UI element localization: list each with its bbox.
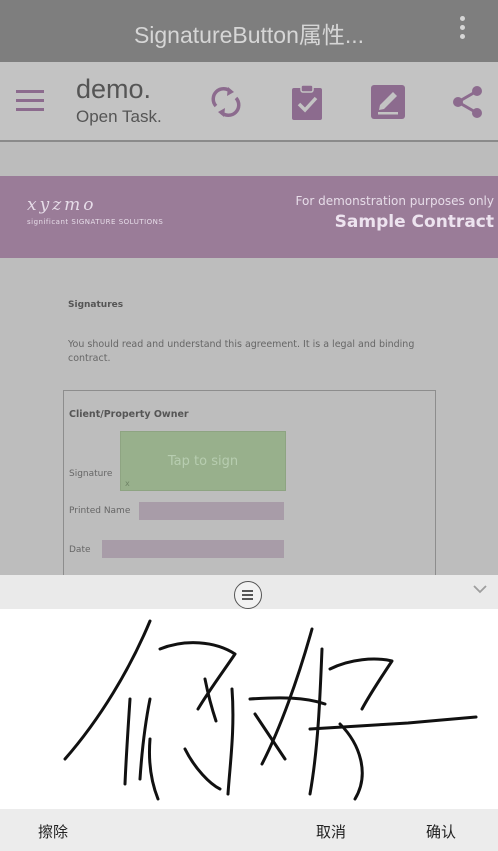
- overflow-menu-icon[interactable]: [460, 16, 468, 44]
- intro-text: You should read and understand this agre…: [68, 339, 415, 364]
- app-title-block: demo. Open Task.: [76, 74, 162, 127]
- document-toolbar-strip: [0, 142, 498, 176]
- share-icon[interactable]: [448, 82, 488, 122]
- app-toolbar: demo. Open Task.: [0, 62, 498, 142]
- box-title: Client/Property Owner: [69, 409, 189, 420]
- hamburger-menu-icon[interactable]: [16, 90, 44, 112]
- signature-label: Signature: [69, 469, 113, 479]
- signatures-heading: Signatures: [68, 300, 124, 310]
- sign-marker: x: [125, 479, 130, 488]
- printed-name-field[interactable]: [139, 502, 284, 520]
- xyzmo-logo: xyzmo significant SIGNATURE SOLUTIONS: [27, 195, 163, 226]
- contract-title: Sample Contract: [334, 212, 494, 232]
- app-subtitle: Open Task.: [76, 107, 162, 126]
- clipboard-check-icon[interactable]: [287, 82, 327, 122]
- date-label: Date: [69, 545, 91, 555]
- logo-tagline: significant SIGNATURE SOLUTIONS: [27, 218, 164, 226]
- handwritten-signature: [63, 619, 478, 801]
- edit-icon[interactable]: [368, 82, 408, 122]
- client-signature-box: Client/Property Owner Signature Tap to s…: [63, 390, 436, 582]
- window-title: SignatureButton属性...: [133, 22, 365, 48]
- date-field[interactable]: [102, 540, 284, 558]
- signature-field[interactable]: Tap to sign x: [120, 431, 286, 491]
- signature-canvas[interactable]: [0, 609, 498, 809]
- cancel-button[interactable]: 取消: [316, 821, 346, 842]
- title-bar: SignatureButton属性...: [0, 0, 498, 62]
- logo-wordmark: xyzmo: [27, 195, 97, 215]
- printed-name-label: Printed Name: [69, 506, 131, 516]
- tap-to-sign-label: Tap to sign: [167, 454, 239, 469]
- chevron-down-icon[interactable]: [473, 584, 487, 594]
- sync-icon[interactable]: [206, 82, 246, 122]
- action-bar: 擦除 取消 确认: [0, 809, 498, 851]
- document-header-band: xyzmo significant SIGNATURE SOLUTIONS Fo…: [0, 176, 498, 258]
- signature-panel-bar: [0, 575, 498, 609]
- app-title: demo.: [76, 74, 152, 104]
- erase-button[interactable]: 擦除: [38, 821, 68, 842]
- confirm-button[interactable]: 确认: [426, 821, 456, 842]
- document-body: Signatures You should read and understan…: [0, 258, 498, 582]
- demo-note: For demonstration purposes only: [295, 194, 494, 208]
- panel-handle-icon[interactable]: [234, 581, 262, 609]
